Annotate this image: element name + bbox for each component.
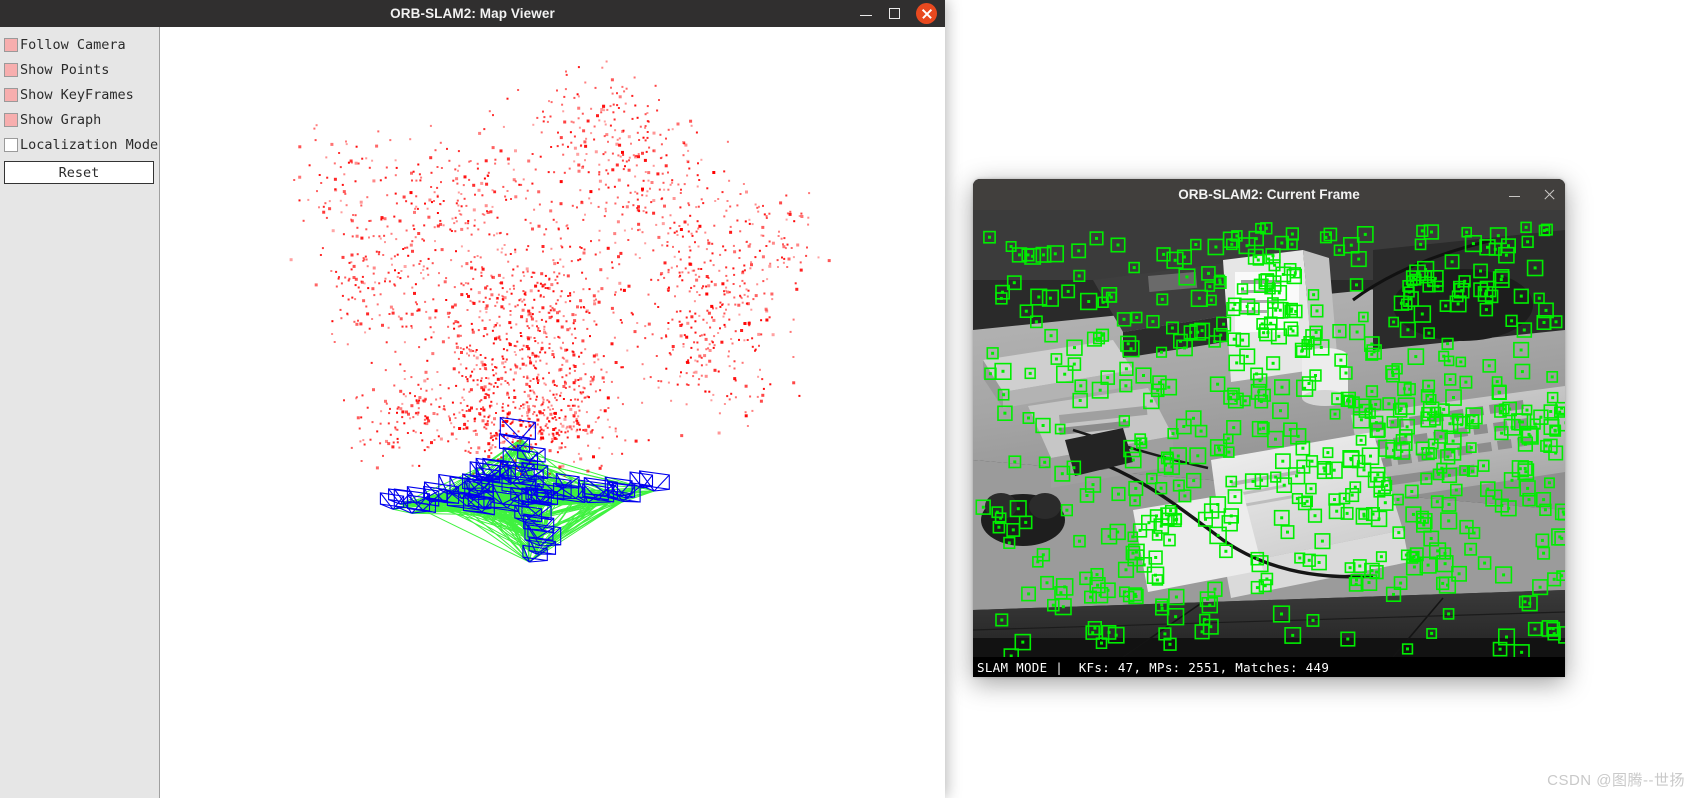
camera-frame-render [973,210,1565,657]
map-viewer-title: ORB-SLAM2: Map Viewer [390,6,555,21]
checkbox-show-points-box[interactable] [4,62,18,77]
reset-button-label: Reset [58,164,100,181]
checkbox-show-keyframes-box[interactable] [4,87,18,102]
checkbox-follow-camera-label: Follow Camera [20,36,126,53]
checkbox-localization-mode-box[interactable] [4,137,18,152]
checkbox-localization-mode[interactable]: Localization Mode [0,132,159,157]
checkbox-show-graph-box[interactable] [4,112,18,127]
csdn-watermark: CSDN @图腾--世扬 [1547,772,1685,789]
map-viewer-window-controls [859,0,937,27]
current-frame-titlebar[interactable]: ORB-SLAM2: Current Frame [973,179,1565,210]
current-frame-window: ORB-SLAM2: Current Frame SLAM MODE | KFs… [973,179,1565,677]
checkbox-show-graph-label: Show Graph [20,111,102,128]
close-icon[interactable] [916,3,937,24]
map-viewer-window: ORB-SLAM2: Map Viewer Follow Camera Show… [0,0,945,798]
map-3d-viewport[interactable] [161,27,945,798]
frame-status-bar: SLAM MODE | KFs: 47, MPs: 2551, Matches:… [973,657,1565,677]
checkbox-follow-camera[interactable]: Follow Camera [0,32,159,57]
checkbox-show-keyframes-label: Show KeyFrames [20,86,134,103]
camera-frame-image[interactable] [973,210,1565,657]
current-frame-window-controls [1508,179,1556,210]
minimize-icon[interactable] [1508,188,1522,202]
checkbox-show-points-label: Show Points [20,61,110,78]
reset-button[interactable]: Reset [4,161,154,184]
map-3d-render [161,27,945,798]
close-icon[interactable] [1542,188,1556,202]
checkbox-show-points[interactable]: Show Points [0,57,159,82]
checkbox-show-keyframes[interactable]: Show KeyFrames [0,82,159,107]
map-viewer-titlebar[interactable]: ORB-SLAM2: Map Viewer [0,0,945,27]
maximize-icon[interactable] [889,8,900,19]
minimize-icon[interactable] [859,7,873,21]
checkbox-follow-camera-box[interactable] [4,37,18,52]
checkbox-show-graph[interactable]: Show Graph [0,107,159,132]
checkbox-localization-mode-label: Localization Mode [20,136,159,153]
frame-status-text: SLAM MODE | KFs: 47, MPs: 2551, Matches:… [977,659,1330,675]
screen: ORB-SLAM2: Map Viewer Follow Camera Show… [0,0,1694,798]
current-frame-title: ORB-SLAM2: Current Frame [1178,187,1360,202]
map-viewer-sidebar: Follow Camera Show Points Show KeyFrames… [0,27,160,798]
